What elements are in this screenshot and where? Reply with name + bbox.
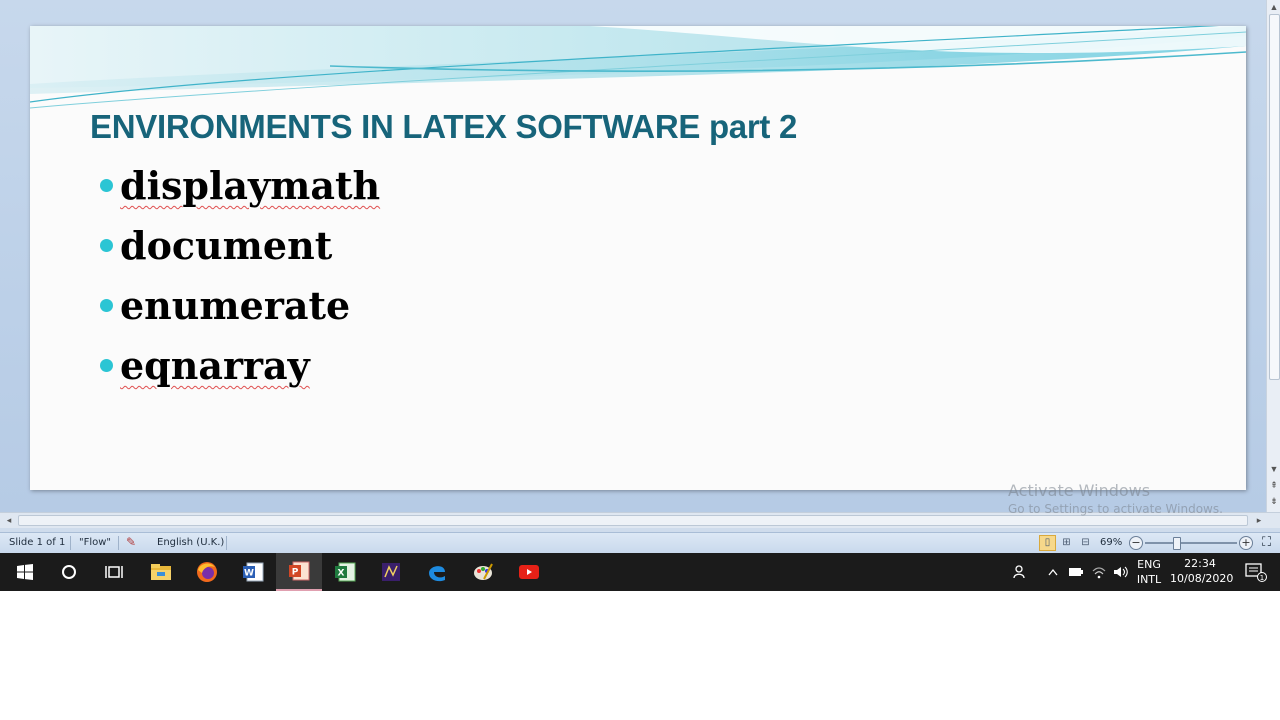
paint-icon[interactable] — [460, 553, 506, 591]
youtube-icon[interactable] — [506, 553, 552, 591]
scroll-down-icon[interactable]: ▼ — [1267, 462, 1280, 476]
notification-count: 1 — [1260, 574, 1264, 582]
task-view-icon[interactable] — [91, 553, 137, 591]
status-divider — [118, 536, 119, 550]
input-language[interactable]: ENG INTL — [1135, 557, 1163, 587]
slide-header-waves — [30, 26, 1246, 109]
activate-windows-watermark: Activate Windows Go to Settings to activ… — [1008, 481, 1223, 516]
language-indicator[interactable]: English (U.K.) — [157, 537, 224, 548]
show-hidden-icons-icon[interactable] — [1042, 553, 1064, 591]
wifi-icon[interactable] — [1088, 553, 1110, 591]
watermark-subtitle: Go to Settings to activate Windows. — [1008, 502, 1223, 516]
zoom-slider-knob[interactable] — [1173, 537, 1181, 550]
keyboard-layout: INTL — [1136, 573, 1162, 586]
powerpoint-workspace: ENVIRONMENTS IN LATEX SOFTWARE part 2 di… — [0, 0, 1280, 532]
file-explorer-icon[interactable] — [138, 553, 184, 591]
start-icon[interactable] — [2, 553, 48, 591]
zoom-out-icon[interactable]: − — [1129, 536, 1143, 550]
svg-text:P: P — [292, 568, 299, 578]
bullet-dot-icon — [100, 179, 113, 192]
vertical-scroll-thumb[interactable] — [1269, 14, 1280, 380]
bullet-text: enumerate — [120, 283, 351, 328]
clock-time: 22:34 — [1184, 557, 1216, 570]
theme-name[interactable]: "Flow" — [79, 537, 111, 548]
zoom-slider[interactable] — [1145, 542, 1237, 544]
scroll-up-icon[interactable]: ▲ — [1267, 0, 1280, 14]
bullet-item[interactable]: displaymath — [98, 162, 380, 222]
notification-center-icon[interactable]: 1 — [1236, 553, 1276, 591]
clock-date: 10/08/2020 — [1170, 572, 1234, 585]
bullet-text: displaymath — [120, 163, 381, 208]
view-buttons: ▯ ⊞ ⊟ — [1039, 535, 1096, 551]
bullet-dot-icon — [100, 239, 113, 252]
people-icon[interactable] — [996, 553, 1044, 591]
volume-icon[interactable] — [1110, 553, 1132, 591]
language-code: ENG — [1137, 558, 1161, 571]
bullet-item[interactable]: document — [98, 222, 380, 282]
texworks-icon[interactable] — [368, 553, 414, 591]
edge-icon[interactable] — [414, 553, 460, 591]
normal-view-icon[interactable]: ▯ — [1039, 535, 1056, 551]
vertical-scrollbar[interactable]: ▲ ▼ ⇞ ⇟ — [1266, 0, 1280, 512]
status-bar: Slide 1 of 1 "Flow" ✎ English (U.K.) ▯ ⊞ ⊟… — [0, 532, 1280, 554]
bullet-list[interactable]: displaymath document enumerate eqnarray — [98, 162, 380, 402]
watermark-title: Activate Windows — [1008, 481, 1151, 500]
horizontal-scroll-thumb[interactable] — [18, 515, 1248, 526]
search-icon[interactable] — [46, 553, 92, 591]
excel-icon[interactable]: X — [322, 553, 368, 591]
battery-icon[interactable] — [1066, 553, 1086, 591]
status-divider — [70, 536, 71, 550]
bullet-item[interactable]: eqnarray — [98, 342, 380, 402]
bullet-item[interactable]: enumerate — [98, 282, 380, 342]
scroll-left-icon[interactable]: ◂ — [2, 513, 16, 527]
status-divider — [226, 536, 227, 550]
slide-sorter-view-icon[interactable]: ⊞ — [1058, 535, 1075, 551]
word-icon[interactable]: W — [230, 553, 276, 591]
spelling-check-icon[interactable]: ✎ — [126, 535, 136, 549]
fit-to-window-icon[interactable]: ⛶ — [1262, 535, 1271, 550]
slide-counter[interactable]: Slide 1 of 1 — [9, 537, 65, 548]
powerpoint-icon[interactable]: P — [276, 553, 322, 591]
slide-title[interactable]: ENVIRONMENTS IN LATEX SOFTWARE part 2 — [90, 108, 797, 146]
slide-canvas[interactable]: ENVIRONMENTS IN LATEX SOFTWARE part 2 di… — [30, 26, 1246, 490]
svg-text:X: X — [338, 569, 345, 579]
firefox-icon[interactable] — [184, 553, 230, 591]
bullet-dot-icon — [100, 359, 113, 372]
bullet-text: eqnarray — [120, 343, 310, 388]
svg-text:W: W — [244, 569, 254, 579]
slide-editing-area: ENVIRONMENTS IN LATEX SOFTWARE part 2 di… — [0, 0, 1266, 512]
slide-show-view-icon[interactable]: ⊟ — [1077, 535, 1094, 551]
previous-slide-icon[interactable]: ⇞ — [1267, 478, 1280, 492]
bullet-text: document — [120, 223, 333, 268]
windows-taskbar: W P X ENG INTL 22:34 10/08/2020 1 — [0, 553, 1280, 591]
clock[interactable]: 22:34 10/08/2020 — [1170, 556, 1234, 586]
next-slide-icon[interactable]: ⇟ — [1267, 494, 1280, 508]
zoom-in-icon[interactable]: + — [1239, 536, 1253, 550]
bullet-dot-icon — [100, 299, 113, 312]
zoom-level[interactable]: 69% — [1100, 537, 1122, 548]
scroll-right-icon[interactable]: ▸ — [1252, 513, 1266, 527]
